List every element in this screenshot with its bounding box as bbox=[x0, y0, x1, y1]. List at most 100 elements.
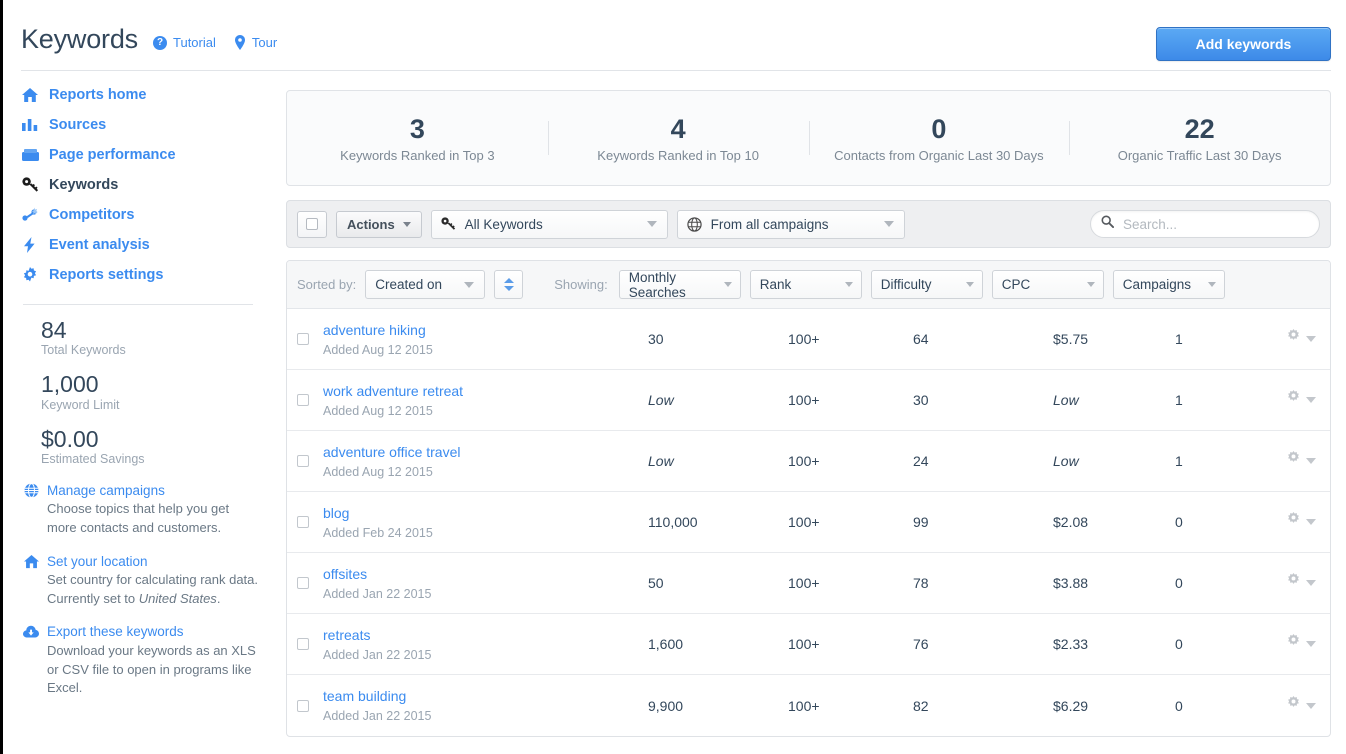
gear-icon[interactable] bbox=[1286, 451, 1301, 471]
keyword-cell: work adventure retreat Added Aug 12 2015 bbox=[323, 383, 648, 418]
summary-stat-top3: 3 Keywords Ranked in Top 3 bbox=[287, 107, 548, 170]
keyword-link[interactable]: blog bbox=[323, 505, 349, 521]
sorted-by-select[interactable]: Created on bbox=[365, 270, 486, 299]
keyword-added-date: Added Aug 12 2015 bbox=[323, 464, 433, 479]
summary-stat-traffic: 22 Organic Traffic Last 30 Days bbox=[1069, 107, 1330, 170]
stat-total-keywords: 84 Total Keywords bbox=[41, 317, 269, 357]
row-checkbox[interactable] bbox=[297, 394, 323, 406]
chevron-down-icon bbox=[464, 281, 475, 288]
stat-total-keywords-label: Total Keywords bbox=[41, 343, 126, 358]
summary-stat-contacts: 0 Contacts from Organic Last 30 Days bbox=[808, 107, 1070, 170]
row-checkbox[interactable] bbox=[297, 516, 323, 528]
chevron-down-icon[interactable] bbox=[1306, 580, 1316, 586]
keyword-cell: retreats Added Jan 22 2015 bbox=[323, 627, 648, 662]
sidebar-link-reports-home[interactable]: Reports home bbox=[49, 87, 147, 103]
row-actions bbox=[1280, 512, 1320, 532]
globe-icon bbox=[687, 216, 703, 232]
row-checkbox[interactable] bbox=[297, 333, 323, 345]
checkbox-icon bbox=[297, 333, 309, 345]
sidebar-link-competitors[interactable]: Competitors bbox=[49, 207, 134, 223]
gear-icon[interactable] bbox=[1286, 573, 1301, 593]
column-select-rank[interactable]: Rank bbox=[749, 270, 862, 299]
manage-campaigns-description: Choose topics that help you get more con… bbox=[47, 501, 230, 536]
keyword-link[interactable]: team building bbox=[323, 688, 406, 704]
keyword-link[interactable]: work adventure retreat bbox=[323, 383, 463, 399]
table-sort-bar: Sorted by: Created on Showing: Monthly S… bbox=[287, 261, 1330, 309]
cell-campaigns: 1 bbox=[1175, 453, 1183, 469]
gear-icon[interactable] bbox=[1286, 695, 1301, 716]
add-keywords-button[interactable]: Add keywords bbox=[1156, 27, 1331, 61]
cell-difficulty: 82 bbox=[913, 697, 929, 714]
gear-icon[interactable] bbox=[1286, 634, 1301, 654]
chevron-down-icon[interactable] bbox=[1306, 641, 1316, 647]
keyword-cell: adventure hiking Added Aug 12 2015 bbox=[323, 322, 648, 357]
gear-icon[interactable] bbox=[1286, 329, 1301, 349]
keyword-link[interactable]: offsites bbox=[323, 566, 367, 582]
sidebar-item-sources[interactable]: Sources bbox=[21, 110, 269, 140]
sidebar-link-keywords[interactable]: Keywords bbox=[49, 177, 118, 193]
search-box[interactable] bbox=[1090, 210, 1320, 238]
chevron-down-icon[interactable] bbox=[1306, 397, 1316, 403]
sidebar-item-reports-settings[interactable]: Reports settings bbox=[21, 260, 269, 290]
sidebar-nav: Reports home Sources Page performance Ke… bbox=[21, 80, 269, 290]
sidebar-link-reports-settings[interactable]: Reports settings bbox=[49, 267, 163, 283]
row-checkbox[interactable] bbox=[297, 638, 323, 650]
manage-campaigns-link[interactable]: Manage campaigns bbox=[47, 483, 165, 498]
row-actions bbox=[1280, 695, 1320, 716]
help-circle-icon: ? bbox=[153, 35, 167, 50]
row-checkbox[interactable] bbox=[297, 577, 323, 589]
campaign-filter-select[interactable]: From all campaigns bbox=[676, 209, 905, 239]
actions-button[interactable]: Actions bbox=[336, 210, 422, 238]
summary-stat-traffic-value: 22 bbox=[1184, 113, 1215, 144]
sidebar-link-event-analysis[interactable]: Event analysis bbox=[49, 237, 150, 253]
sidebar-item-competitors[interactable]: Competitors bbox=[21, 200, 269, 230]
chevron-down-icon bbox=[965, 282, 974, 287]
keyword-cell: team building Added Jan 22 2015 bbox=[323, 688, 648, 723]
bar-chart-icon bbox=[21, 116, 39, 134]
actions-button-label: Actions bbox=[347, 216, 395, 232]
cell-monthly-searches: 110,000 bbox=[648, 514, 698, 530]
column-select-monthly-searches[interactable]: Monthly Searches bbox=[618, 270, 741, 300]
tutorial-link[interactable]: ? Tutorial bbox=[153, 35, 216, 50]
column-select-cpc-value: CPC bbox=[1001, 277, 1031, 292]
chevron-down-icon[interactable] bbox=[1306, 519, 1316, 525]
keyword-link[interactable]: retreats bbox=[323, 627, 370, 643]
summary-stat-contacts-label: Contacts from Organic Last 30 Days bbox=[834, 148, 1044, 164]
sidebar-item-keywords[interactable]: Keywords bbox=[21, 170, 269, 200]
set-location-link[interactable]: Set your location bbox=[47, 554, 148, 569]
cell-campaigns: 0 bbox=[1175, 697, 1183, 714]
select-all-checkbox[interactable] bbox=[297, 210, 327, 238]
column-select-difficulty[interactable]: Difficulty bbox=[870, 270, 983, 299]
key-icon bbox=[21, 176, 39, 194]
export-keywords-link[interactable]: Export these keywords bbox=[47, 624, 184, 639]
table-row: adventure hiking Added Aug 12 2015 30 100+ 6… bbox=[287, 309, 1330, 370]
sidebar-item-event-analysis[interactable]: Event analysis bbox=[21, 230, 269, 260]
keyword-link[interactable]: adventure hiking bbox=[323, 322, 426, 338]
checkbox-icon bbox=[297, 394, 309, 406]
column-select-campaigns[interactable]: Campaigns bbox=[1112, 270, 1225, 299]
row-actions bbox=[1280, 329, 1320, 349]
sidebar-item-page-performance[interactable]: Page performance bbox=[21, 140, 269, 170]
chevron-down-icon[interactable] bbox=[1306, 458, 1316, 464]
sidebar-link-page-performance[interactable]: Page performance bbox=[49, 147, 176, 163]
sidebar-link-sources[interactable]: Sources bbox=[49, 117, 106, 133]
keyword-added-date: Added Jan 22 2015 bbox=[323, 586, 432, 601]
sort-ascending-icon bbox=[503, 278, 514, 283]
search-input[interactable] bbox=[1121, 215, 1309, 233]
row-checkbox[interactable] bbox=[297, 699, 323, 712]
cell-difficulty: 30 bbox=[913, 392, 929, 408]
summary-stat-contacts-value: 0 bbox=[931, 113, 947, 144]
column-select-cpc[interactable]: CPC bbox=[991, 270, 1104, 299]
row-checkbox[interactable] bbox=[297, 455, 323, 467]
chevron-down-icon[interactable] bbox=[1306, 336, 1316, 342]
gear-icon[interactable] bbox=[1286, 512, 1301, 532]
gear-icon[interactable] bbox=[1286, 390, 1301, 410]
keyword-filter-select[interactable]: All Keywords bbox=[430, 209, 668, 239]
sidebar-item-reports-home[interactable]: Reports home bbox=[21, 80, 269, 110]
checkbox-icon bbox=[306, 218, 318, 230]
tour-link[interactable]: Tour bbox=[234, 35, 277, 50]
chevron-down-icon[interactable] bbox=[1306, 702, 1316, 709]
sorted-by-value: Created on bbox=[375, 277, 443, 292]
keyword-link[interactable]: adventure office travel bbox=[323, 444, 461, 460]
sort-direction-toggle[interactable] bbox=[494, 270, 524, 299]
